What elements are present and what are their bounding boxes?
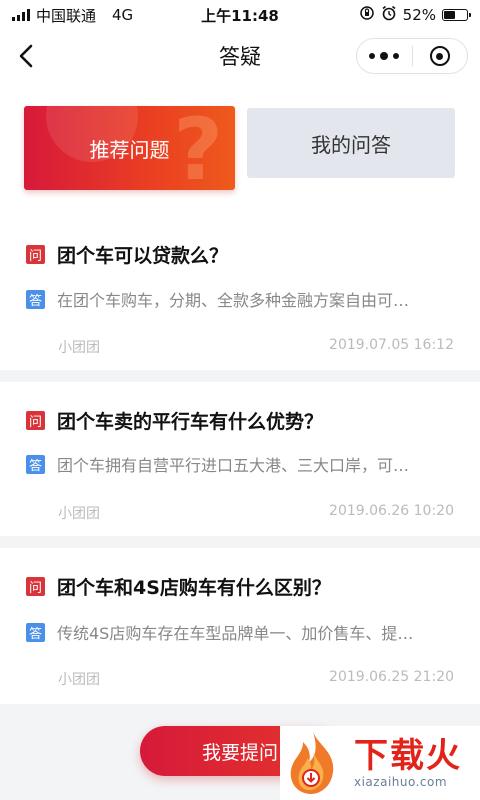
post-date: 2019.06.25 21:20 [329, 669, 454, 685]
question-title: 团个车和4S店购车有什么区别？ [57, 577, 331, 599]
question-badge: 问 [26, 577, 45, 596]
status-time: 上午11:48 [201, 6, 279, 25]
post-date: 2019.06.26 10:20 [329, 503, 454, 519]
qa-card[interactable]: 问 团个车可以贷款么？ 答 在团个车购车，分期、全款多种金融方案自由可… 小团团… [0, 220, 480, 370]
more-button[interactable] [357, 39, 412, 73]
chevron-left-icon [19, 44, 33, 68]
tab-my-qa[interactable]: 我的问答 [247, 108, 455, 178]
battery-icon [442, 9, 471, 21]
answer-row: 答 在团个车购车，分期、全款多种金融方案自由可… [26, 287, 454, 311]
question-row: 问 团个车和4S店购车有什么区别？ [26, 573, 454, 600]
tab-recommended[interactable]: ? 推荐问题 [24, 106, 235, 190]
watermark-url: xiazaihuo.com [354, 775, 448, 789]
more-dots-icon [369, 53, 376, 59]
author-name: 小团团 [58, 340, 100, 356]
meta-row: 小团团 2019.06.26 10:20 [58, 503, 454, 523]
carrier-label: 中国联通 [36, 6, 97, 25]
watermark-title: 下载火 [354, 736, 462, 776]
fire-logo-icon [280, 726, 350, 800]
nav-bar: 答疑 [0, 30, 480, 82]
answer-preview: 团个车拥有自营平行进口五大港、三大口岸，可… [57, 456, 410, 475]
answer-row: 答 团个车拥有自营平行进口五大港、三大口岸，可… [26, 452, 454, 476]
alarm-icon [381, 5, 397, 25]
network-label: 4G [112, 6, 134, 24]
question-row: 问 团个车卖的平行车有什么优势？ [26, 407, 454, 434]
author-name: 小团团 [58, 672, 100, 688]
close-button[interactable] [413, 39, 468, 73]
battery-fill [444, 11, 456, 19]
question-badge: 问 [26, 411, 45, 430]
page-title: 答疑 [219, 45, 261, 69]
answer-badge: 答 [26, 622, 45, 642]
status-right: 52% [359, 5, 471, 25]
answer-row: 答 传统4S店购车存在车型品牌单一、加价售车、提… [26, 620, 454, 644]
tab-recommended-label: 推荐问题 [89, 137, 170, 162]
question-title: 团个车可以贷款么？ [57, 245, 229, 267]
back-button[interactable] [10, 40, 42, 72]
watermark-text: 下载火 xiazaihuo.com [354, 737, 462, 789]
close-ring-icon [429, 46, 450, 66]
tabs-area: ? 推荐问题 我的问答 [0, 82, 480, 220]
answer-preview: 在团个车购车，分期、全款多种金融方案自由可… [57, 291, 410, 310]
mini-program-capsule [356, 38, 468, 74]
tab-my-qa-label: 我的问答 [311, 132, 391, 157]
question-badge: 问 [26, 245, 45, 264]
question-mark-icon: ? [173, 106, 223, 190]
question-title: 团个车卖的平行车有什么优势？ [57, 411, 324, 433]
answer-badge: 答 [26, 289, 45, 309]
post-date: 2019.07.05 16:12 [329, 337, 454, 353]
rotation-lock-icon [359, 5, 375, 25]
watermark: 下载火 xiazaihuo.com [280, 726, 480, 800]
battery-percent: 52% [402, 6, 436, 24]
signal-icon [12, 9, 30, 21]
answer-badge: 答 [26, 454, 45, 474]
qa-card[interactable]: 问 团个车和4S店购车有什么区别？ 答 传统4S店购车存在车型品牌单一、加价售车… [0, 548, 480, 704]
meta-row: 小团团 2019.07.05 16:12 [58, 337, 454, 357]
answer-preview: 传统4S店购车存在车型品牌单一、加价售车、提… [57, 624, 414, 643]
qa-card[interactable]: 问 团个车卖的平行车有什么优势？ 答 团个车拥有自营平行进口五大港、三大口岸，可… [0, 382, 480, 536]
status-left: 中国联通 4G [12, 5, 133, 26]
author-name: 小团团 [58, 506, 100, 522]
question-row: 问 团个车可以贷款么？ [26, 241, 454, 268]
meta-row: 小团团 2019.06.25 21:20 [58, 669, 454, 689]
status-bar: 中国联通 4G 上午11:48 52% [0, 0, 480, 30]
